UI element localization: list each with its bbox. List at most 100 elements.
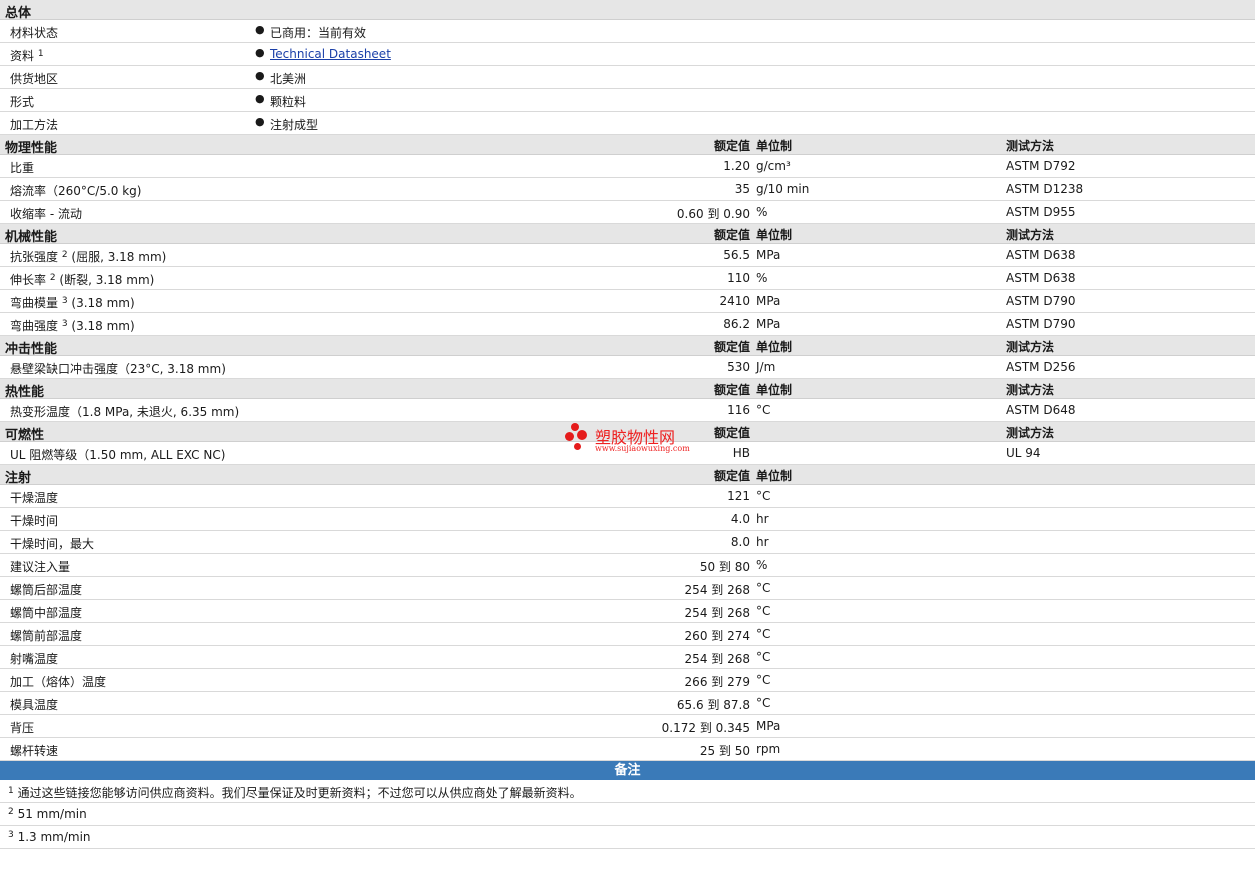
property-row: 背压 0.172 到 0.345 MPa: [0, 715, 1255, 738]
property-label-text: 悬壁梁缺口冲击强度（23°C, 3.18 mm): [10, 362, 226, 376]
property-row: 螺筒中部温度 254 到 268 °C: [0, 600, 1255, 623]
property-value: 65.6 到 87.8: [676, 698, 750, 712]
property-row: 建议注入量 50 到 80%: [0, 554, 1255, 577]
property-value: 2410: [719, 294, 750, 308]
property-label: 加工（熔体）温度: [10, 673, 106, 690]
watermark-logo: 塑胶物性网 www.sujiaowuxing.com: [565, 420, 705, 456]
property-label: 射嘴温度: [10, 650, 58, 667]
header-unit: 单位制: [756, 139, 793, 153]
property-label-text: 比重: [10, 161, 35, 175]
general-row: 供货地区 ● 北美洲: [0, 66, 1255, 89]
general-value: 已商用：当前有效: [270, 26, 367, 40]
property-label: 干燥时间: [10, 512, 58, 529]
property-label: UL 阻燃等级（1.50 mm, ALL EXC NC): [10, 446, 225, 463]
property-label: 弯曲强度 3 (3.18 mm): [10, 317, 135, 334]
property-unit: hr: [756, 535, 769, 549]
property-value: 0.172 到 0.345: [661, 721, 750, 735]
property-label-text: 加工方法: [10, 118, 59, 132]
property-condition: (屈服, 3.18 mm): [71, 250, 167, 264]
footnote-number: 1: [8, 786, 14, 796]
property-unit: °C: [756, 581, 771, 595]
header-test-method: 测试方法: [1006, 340, 1055, 354]
section-title: 总体: [5, 6, 32, 21]
property-label-text: 熔流率（260°C/5.0 kg): [10, 184, 142, 198]
header-test-method: 测试方法: [1006, 426, 1055, 440]
technical-datasheet-link[interactable]: Technical Datasheet: [270, 47, 391, 61]
watermark-url: www.sujiaowuxing.com: [595, 444, 690, 453]
property-unit: g/cm³: [756, 159, 791, 173]
property-label-text: 收缩率 - 流动: [10, 207, 82, 221]
property-row: 热变形温度（1.8 MPa, 未退火, 6.35 mm) 116 °C ASTM D6…: [0, 399, 1255, 422]
bullet-icon: ●: [255, 23, 265, 36]
property-label: 抗张强度 2 (屈服, 3.18 mm): [10, 248, 166, 265]
general-row: 材料状态 ● 已商用：当前有效: [0, 20, 1255, 43]
property-row: 收缩率 - 流动 0.60 到 0.90% ASTM D955: [0, 201, 1255, 224]
note-row: 2 51 mm/min: [0, 803, 1255, 826]
property-row: 熔流率（260°C/5.0 kg) 35 g/10 min ASTM D1238: [0, 178, 1255, 201]
property-label-text: UL 阻燃等级（1.50 mm, ALL EXC NC): [10, 448, 226, 462]
footnote-ref: 1: [37, 49, 44, 59]
property-row: 比重 1.20 g/cm³ ASTM D792: [0, 155, 1255, 178]
property-value: 254 到 268: [684, 583, 750, 597]
property-value: 86.2: [723, 317, 750, 331]
property-label-text: 伸长率: [10, 273, 47, 287]
section-title: 可燃性: [5, 428, 45, 443]
note-text: 1.3 mm/min: [17, 830, 91, 844]
property-value: 254 到 268: [684, 606, 750, 620]
property-unit: rpm: [756, 742, 781, 756]
property-label-text: 螺筒前部温度: [10, 629, 83, 643]
property-label: 悬壁梁缺口冲击强度（23°C, 3.18 mm): [10, 360, 226, 377]
property-label-text: 干燥时间，最大: [10, 537, 95, 551]
section-title: 机械性能: [5, 230, 58, 245]
property-unit: MPa: [756, 248, 781, 262]
property-value: 50 到 80: [699, 560, 750, 574]
property-value: 116: [727, 403, 750, 417]
property-label-text: 热变形温度（1.8 MPa, 未退火, 6.35 mm): [10, 405, 240, 419]
property-test-method: ASTM D790: [1006, 294, 1076, 308]
property-value: 1.20: [723, 159, 750, 173]
section-header: 冲击性能 额定值 单位制 测试方法: [0, 336, 1255, 357]
bullet-icon: ●: [255, 69, 265, 82]
note-text: 通过这些链接您能够访问供应商资料。我们尽量保证及时更新资料；不过您可以从供应商处…: [17, 786, 582, 800]
property-label-text: 建议注入量: [10, 560, 71, 574]
property-label: 形式: [10, 93, 34, 110]
property-label: 伸长率 2 (断裂, 3.18 mm): [10, 271, 154, 288]
property-label-text: 材料状态: [10, 26, 59, 40]
property-value: 266 到 279: [684, 675, 750, 689]
property-row: 干燥时间 4.0 hr: [0, 508, 1255, 531]
property-label-text: 弯曲模量: [10, 296, 59, 310]
footnote-number: 3: [8, 830, 14, 840]
property-label: 螺筒前部温度: [10, 627, 82, 644]
property-unit: °C: [756, 489, 771, 503]
header-test-method: 测试方法: [1006, 383, 1055, 397]
property-condition: (3.18 mm): [71, 319, 135, 333]
header-nominal-value: 额定值: [713, 469, 750, 483]
note-text: 51 mm/min: [17, 807, 87, 821]
note-row: 1 通过这些链接您能够访问供应商资料。我们尽量保证及时更新资料；不过您可以从供应…: [0, 780, 1255, 803]
property-row: 加工（熔体）温度 266 到 279 °C: [0, 669, 1255, 692]
property-label: 背压: [10, 719, 34, 736]
property-row: 抗张强度 2 (屈服, 3.18 mm) 56.5 MPa ASTM D638: [0, 244, 1255, 267]
property-label-text: 螺筒中部温度: [10, 606, 83, 620]
footnote-ref: 3: [61, 296, 68, 306]
property-unit: °C: [756, 627, 771, 641]
property-label: 热变形温度（1.8 MPa, 未退火, 6.35 mm): [10, 403, 239, 420]
header-unit: 单位制: [756, 469, 793, 483]
property-unit: J/m: [756, 360, 776, 374]
property-label-text: 干燥时间: [10, 514, 59, 528]
property-value: 254 到 268: [684, 652, 750, 666]
property-value: 8.0: [730, 535, 750, 549]
section-header: 热性能 额定值 单位制 测试方法: [0, 379, 1255, 400]
property-label-text: 供货地区: [10, 72, 59, 86]
property-label-text: 资料: [10, 49, 35, 63]
footnote-ref: 2: [61, 250, 68, 260]
header-unit: 单位制: [756, 383, 793, 397]
general-value: 北美洲: [270, 72, 307, 86]
property-value: 25 到 50: [699, 744, 750, 758]
property-value: 530: [727, 360, 750, 374]
header-unit: 单位制: [756, 228, 793, 242]
header-nominal-value: 额定值: [713, 340, 750, 354]
header-nominal-value: 额定值: [713, 228, 750, 242]
footnote-ref: 3: [61, 319, 68, 329]
property-label-text: 弯曲强度: [10, 319, 59, 333]
